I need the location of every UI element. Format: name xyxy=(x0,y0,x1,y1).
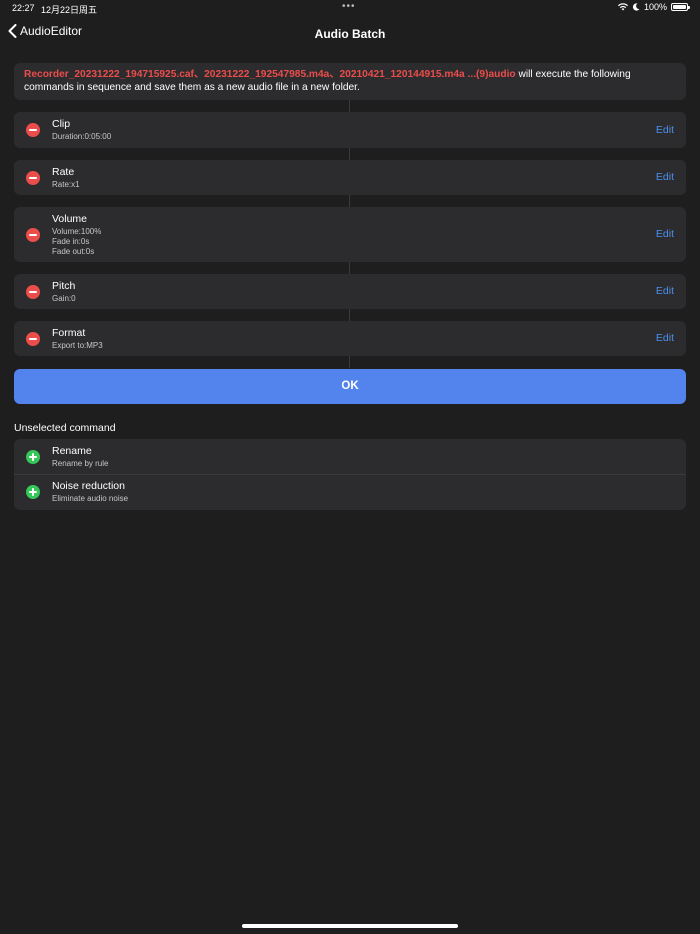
add-circle-icon[interactable] xyxy=(26,450,40,464)
command-title: Format xyxy=(52,327,86,339)
command-detail: Gain:0 xyxy=(52,294,76,303)
status-date: 12月22日周五 xyxy=(41,5,98,15)
command-card-clip: Clip Duration:0:05:00 Edit xyxy=(14,112,686,148)
command-title: Volume xyxy=(52,213,88,225)
command-title: Rate xyxy=(52,166,75,178)
remove-circle-icon[interactable] xyxy=(26,228,40,242)
command-title: Pitch xyxy=(52,280,76,292)
moon-icon xyxy=(632,3,640,11)
remove-circle-icon[interactable] xyxy=(26,123,40,137)
edit-button[interactable]: Edit xyxy=(656,332,674,344)
command-detail: Volume:100% xyxy=(52,227,102,236)
remove-circle-icon[interactable] xyxy=(26,171,40,185)
selected-files-text: Recorder_20231222_194715925.caf、20231222… xyxy=(24,69,516,80)
command-card-format: Format Export to:MP3 Edit xyxy=(14,321,686,356)
command-card-pitch: Pitch Gain:0 Edit xyxy=(14,274,686,309)
edit-button[interactable]: Edit xyxy=(656,171,674,183)
battery-icon xyxy=(671,3,690,11)
wifi-icon xyxy=(617,3,628,11)
battery-percent: 100% xyxy=(643,2,667,12)
unselected-command-list: Rename Rename by rule Noise reduction El… xyxy=(14,439,686,510)
status-time: 22:27 xyxy=(12,3,35,13)
page-title: Audio Batch xyxy=(314,27,386,41)
multitasking-dots-icon[interactable]: ••• xyxy=(342,1,356,12)
remove-circle-icon[interactable] xyxy=(26,285,40,299)
command-card-rate: Rate Rate:x1 Edit xyxy=(14,160,686,195)
edit-button[interactable]: Edit xyxy=(656,285,674,297)
home-indicator[interactable] xyxy=(242,924,458,928)
ok-button[interactable]: OK xyxy=(14,369,686,404)
status-indicators: 100% xyxy=(617,2,690,12)
command-detail: Export to:MP3 xyxy=(52,341,103,350)
command-detail: Fade out:0s xyxy=(52,247,95,256)
command-detail: Rename by rule xyxy=(52,459,109,468)
command-detail: Duration:0:05:00 xyxy=(52,132,112,141)
command-title: Noise reduction xyxy=(52,480,125,492)
command-title: Rename xyxy=(52,445,92,457)
command-title: Clip xyxy=(52,118,71,130)
navigation-bar: AudioEditor Audio Batch xyxy=(0,20,700,48)
command-card-volume: Volume Volume:100% Fade in:0s Fade out:0… xyxy=(14,207,686,262)
remove-circle-icon[interactable] xyxy=(26,332,40,346)
edit-button[interactable]: Edit xyxy=(656,228,674,240)
list-item-noise-reduction[interactable]: Noise reduction Eliminate audio noise xyxy=(14,475,686,510)
list-item-rename[interactable]: Rename Rename by rule xyxy=(14,439,686,474)
command-detail: Rate:x1 xyxy=(52,180,80,189)
command-detail: Fade in:0s xyxy=(52,237,90,246)
section-header-unselected: Unselected command xyxy=(14,422,116,434)
add-circle-icon[interactable] xyxy=(26,485,40,499)
status-bar: 22:27 12月22日周五 ••• 100% xyxy=(0,0,700,18)
edit-button[interactable]: Edit xyxy=(656,124,674,136)
command-detail: Eliminate audio noise xyxy=(52,494,129,503)
batch-info-box: Recorder_20231222_194715925.caf、20231222… xyxy=(14,63,686,100)
